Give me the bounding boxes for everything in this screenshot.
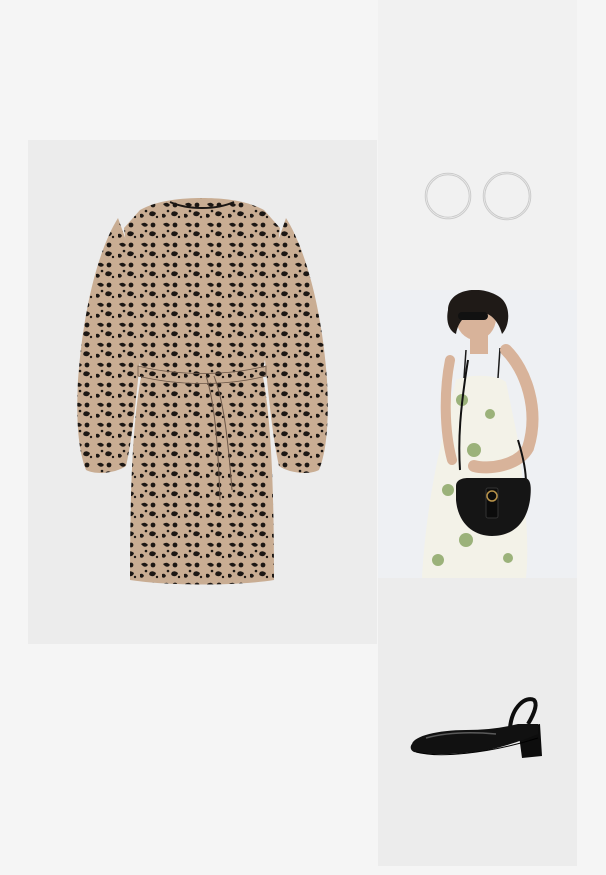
- product-tile-earrings[interactable]: [378, 0, 577, 290]
- product-tile-dress[interactable]: [28, 140, 377, 644]
- leopard-print-dress-icon: [77, 198, 328, 585]
- black-patent-slingback-heel-icon: [410, 697, 542, 758]
- model-with-black-saddle-bag-icon: [378, 290, 577, 578]
- product-tile-shoes[interactable]: [378, 578, 577, 866]
- silver-hoop-earrings-icon: [424, 171, 532, 221]
- product-tile-bag[interactable]: [378, 290, 577, 578]
